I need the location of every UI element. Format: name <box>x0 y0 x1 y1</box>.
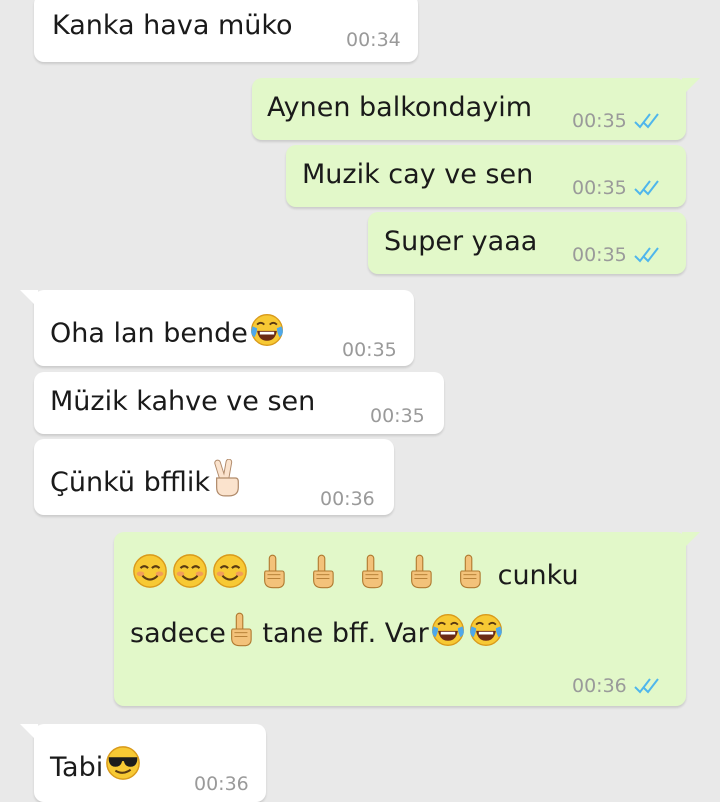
index-pointing-up-emoji-icon <box>227 610 253 648</box>
message-text-part: cunku <box>497 560 579 591</box>
timestamp-text: 00:36 <box>572 675 627 697</box>
message-content: Çünkü bfflik <box>50 459 244 499</box>
message-text: Kanka hava müko <box>52 10 293 41</box>
message-content: Oha lan bende <box>50 312 286 350</box>
message-meta: 00:35 <box>572 172 663 204</box>
message-line-1: cunku <box>130 552 579 592</box>
read-ticks-icon <box>633 112 663 130</box>
timestamp-text: 00:35 <box>342 339 397 361</box>
index-pointing-up-emoji-icon <box>309 552 335 590</box>
tears-of-joy-emoji-icon <box>249 312 285 348</box>
timestamp-text: 00:36 <box>194 773 249 795</box>
message-text: Oha lan bende <box>50 318 248 349</box>
timestamp-text: 00:36 <box>320 488 375 510</box>
message-timestamp: 00:35 <box>370 400 425 432</box>
message-meta: 00:35 <box>572 105 663 137</box>
message-bubble-outgoing[interactable]: Aynen balkondayim 00:35 <box>252 78 700 140</box>
read-ticks-icon <box>633 677 663 695</box>
index-pointing-up-emoji-icon <box>407 552 433 590</box>
message-timestamp: 00:36 <box>320 483 375 515</box>
bubble-tail <box>682 532 700 550</box>
smiling-face-emoji-icon <box>131 552 169 590</box>
index-pointing-up-emoji-icon <box>456 552 482 590</box>
message-timestamp: 00:35 <box>342 334 397 366</box>
message-text-part: tane bff. Var <box>262 618 429 649</box>
read-ticks-icon <box>633 179 663 197</box>
read-ticks-icon <box>633 246 663 264</box>
bubble-tail <box>682 78 700 96</box>
message-bubble-outgoing[interactable]: Super yaaa 00:35 <box>368 212 686 274</box>
message-meta: 00:36 <box>572 670 663 702</box>
tears-of-joy-emoji-icon <box>468 612 504 648</box>
timestamp-text: 00:34 <box>346 29 401 51</box>
message-line-2: sadece tane bff. Var <box>130 610 505 650</box>
message-bubble-incoming[interactable]: Çünkü bfflik 00:36 <box>34 439 394 515</box>
message-timestamp: 00:34 <box>346 24 401 56</box>
timestamp-text: 00:35 <box>572 110 627 132</box>
message-bubble-outgoing[interactable]: Muzik cay ve sen 00:35 <box>286 145 686 207</box>
smiling-face-emoji-icon <box>171 552 209 590</box>
message-text: Super yaaa <box>384 226 538 257</box>
message-bubble-outgoing[interactable]: cunku sadece tane bff. Var 00:36 <box>114 532 700 706</box>
victory-hand-emoji-icon <box>211 459 243 497</box>
message-text: Aynen balkondayim <box>267 92 532 123</box>
timestamp-text: 00:35 <box>370 405 425 427</box>
bubble-tail <box>20 290 38 308</box>
message-timestamp: 00:36 <box>194 768 249 800</box>
message-bubble-incoming[interactable]: Tabi 00:36 <box>20 724 266 802</box>
message-text: Müzik kahve ve sen <box>50 386 316 417</box>
message-text: Çünkü bfflik <box>50 467 210 498</box>
message-content: Tabi <box>50 744 143 784</box>
index-pointing-up-emoji-icon <box>260 552 286 590</box>
message-text: Muzik cay ve sen <box>302 159 534 190</box>
message-bubble-incoming[interactable]: Kanka hava müko 00:34 <box>34 0 418 62</box>
timestamp-text: 00:35 <box>572 177 627 199</box>
message-bubble-incoming[interactable]: Oha lan bende 00:35 <box>20 290 414 366</box>
timestamp-text: 00:35 <box>572 244 627 266</box>
bubble-tail <box>20 724 38 742</box>
smiling-face-with-sunglasses-emoji-icon <box>104 744 142 782</box>
message-text-part: sadece <box>130 618 226 649</box>
message-bubble-incoming[interactable]: Müzik kahve ve sen 00:35 <box>34 372 444 434</box>
smiling-face-emoji-icon <box>211 552 249 590</box>
index-pointing-up-emoji-icon <box>358 552 384 590</box>
message-text: Tabi <box>50 752 104 783</box>
message-meta: 00:35 <box>572 239 663 271</box>
tears-of-joy-emoji-icon <box>430 612 466 648</box>
